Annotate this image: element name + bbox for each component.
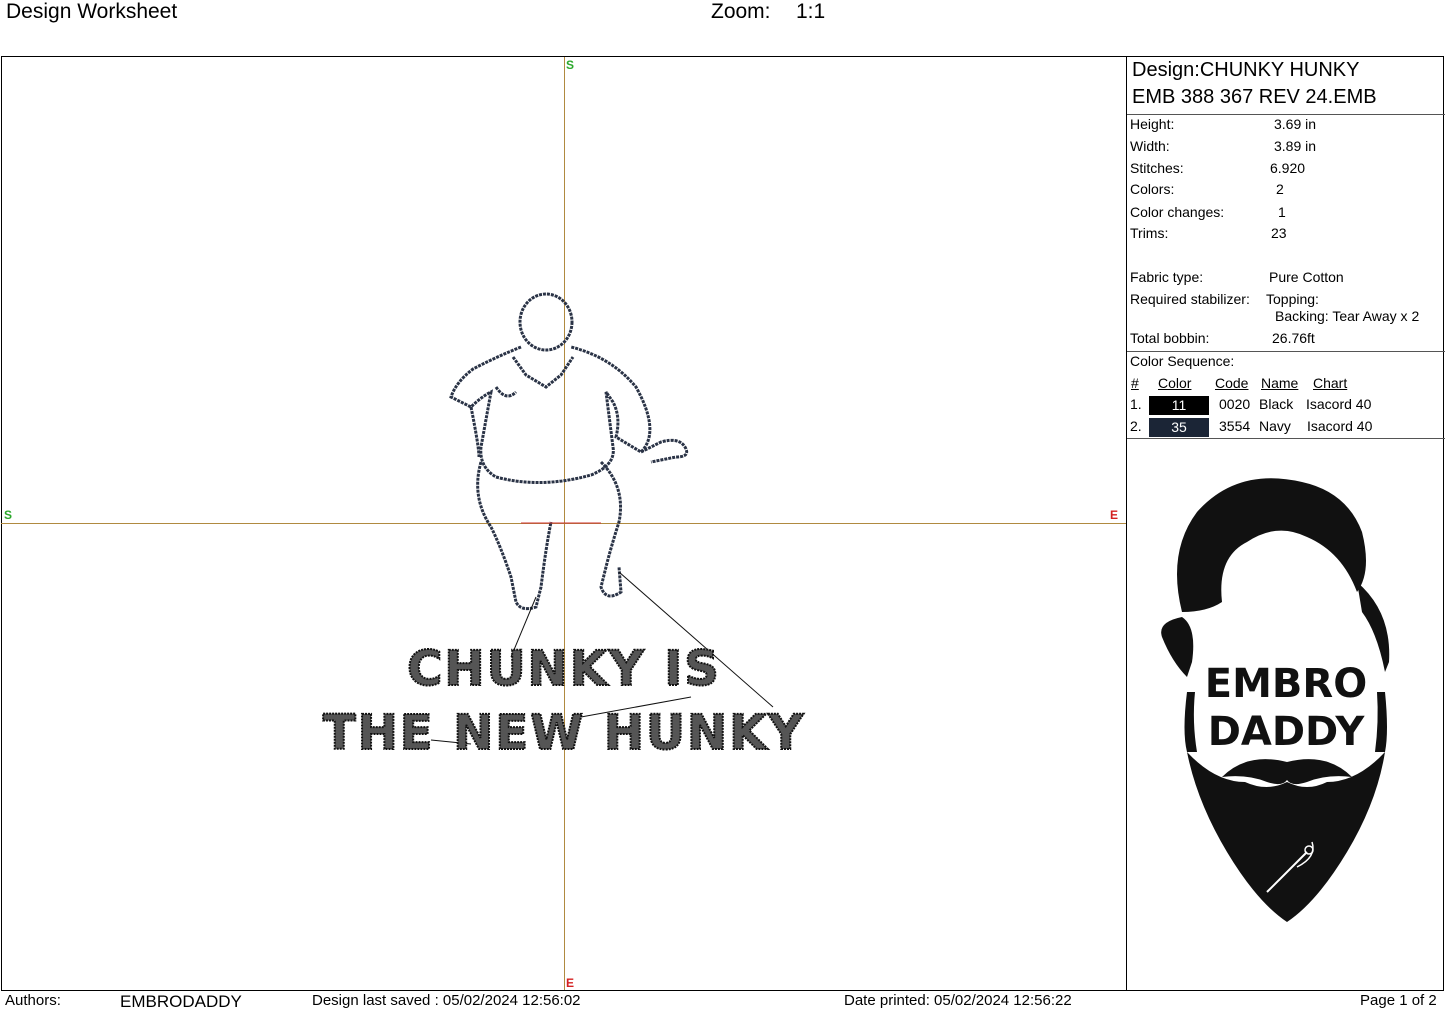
man-figure-outline <box>449 292 689 611</box>
color-swatch-navy: 35 <box>1149 418 1209 437</box>
stat-stitches-value: 6.920 <box>1270 160 1306 176</box>
stat-trims-label: Trims: <box>1130 225 1169 241</box>
logo-line1: EMBRO <box>1205 661 1367 707</box>
logo-line2: DADDY <box>1208 709 1366 755</box>
topping-value: Topping: <box>1266 291 1319 307</box>
authors-value: EMBRODADDY <box>120 992 242 1011</box>
divider <box>1127 114 1445 115</box>
color-row-2-code: 3554 <box>1219 418 1251 434</box>
design-text-line2: THE NEW HUNKY <box>323 705 805 761</box>
col-header-num: # <box>1131 375 1139 391</box>
color-row-1-name: Black <box>1259 396 1294 412</box>
color-sequence-title: Color Sequence: <box>1130 353 1235 369</box>
info-panel: Design:CHUNKY HUNKY EMB 388 367 REV 24.E… <box>1126 57 1445 990</box>
page-number: Page 1 of 2 <box>1360 992 1437 1009</box>
beard-side-left <box>1184 692 1197 752</box>
stat-width-value: 3.89 in <box>1274 138 1317 154</box>
embroidery-design: CHUNKY IS THE NEW HUNKY <box>322 292 805 762</box>
color-row-1-chart: Isacord 40 <box>1306 396 1372 412</box>
col-header-code: Code <box>1215 375 1249 391</box>
design-name-value: CHUNKY HUNKY <box>1199 59 1360 81</box>
col-header-name: Name <box>1261 375 1299 391</box>
col-header-color: Color <box>1158 375 1192 391</box>
color-row-2-num: 2. <box>1130 418 1142 434</box>
stat-width-label: Width: <box>1130 138 1170 154</box>
sideburn-left <box>1161 617 1194 677</box>
file-name: EMB 388 367 REV 24.EMB <box>1132 86 1377 108</box>
stabilizer-label: Required stabilizer: <box>1130 291 1250 307</box>
date-printed: Date printed: 05/02/2024 12:56:22 <box>844 992 1072 1009</box>
design-name: Design:CHUNKY HUNKY <box>1132 59 1359 82</box>
total-bobbin-label: Total bobbin: <box>1130 330 1210 346</box>
mustache-shape <box>1222 759 1352 785</box>
stat-trims-value: 23 <box>1271 225 1287 241</box>
embrodaddy-logo: EMBRO DADDY <box>1161 478 1390 922</box>
fabric-type-value: Pure Cotton <box>1269 269 1344 285</box>
sideburn-right <box>1357 582 1390 672</box>
zoom-value: 1:1 <box>796 0 826 23</box>
color-row-1-num: 1. <box>1130 396 1142 412</box>
col-header-chart: Chart <box>1313 375 1348 391</box>
stat-colors-label: Colors: <box>1130 181 1175 197</box>
backing-value: Backing: Tear Away x 2 <box>1275 308 1420 324</box>
total-bobbin-value: 26.76ft <box>1272 330 1315 346</box>
zoom-label: Zoom: <box>711 0 771 23</box>
authors-label: Authors: <box>5 992 61 1009</box>
color-row-2-name: Navy <box>1259 418 1291 434</box>
stat-color-changes-value: 1 <box>1278 204 1286 220</box>
color-swatch-black: 11 <box>1149 396 1209 415</box>
design-canvas: S S E E CHUNKY IS THE NEW HUNKY <box>1 57 1126 990</box>
color-row-1-code: 0020 <box>1219 396 1251 412</box>
divider <box>1127 351 1445 352</box>
design-label: Design: <box>1132 59 1200 81</box>
stat-height-label: Height: <box>1130 116 1175 132</box>
color-row-2-chart: Isacord 40 <box>1307 418 1373 434</box>
worksheet-title: Design Worksheet <box>6 0 178 23</box>
stat-stitches-label: Stitches: <box>1130 160 1184 176</box>
design-text-line1: CHUNKY IS <box>407 641 721 697</box>
stat-height-value: 3.69 in <box>1274 116 1317 132</box>
stat-colors-value: 2 <box>1276 181 1284 197</box>
beard-side-right <box>1375 692 1387 752</box>
hair-shape <box>1177 478 1366 612</box>
fabric-type-label: Fabric type: <box>1130 269 1204 285</box>
divider <box>1127 438 1445 439</box>
design-last-saved: Design last saved : 05/02/2024 12:56:02 <box>312 992 581 1009</box>
stat-color-changes-label: Color changes: <box>1130 204 1225 220</box>
